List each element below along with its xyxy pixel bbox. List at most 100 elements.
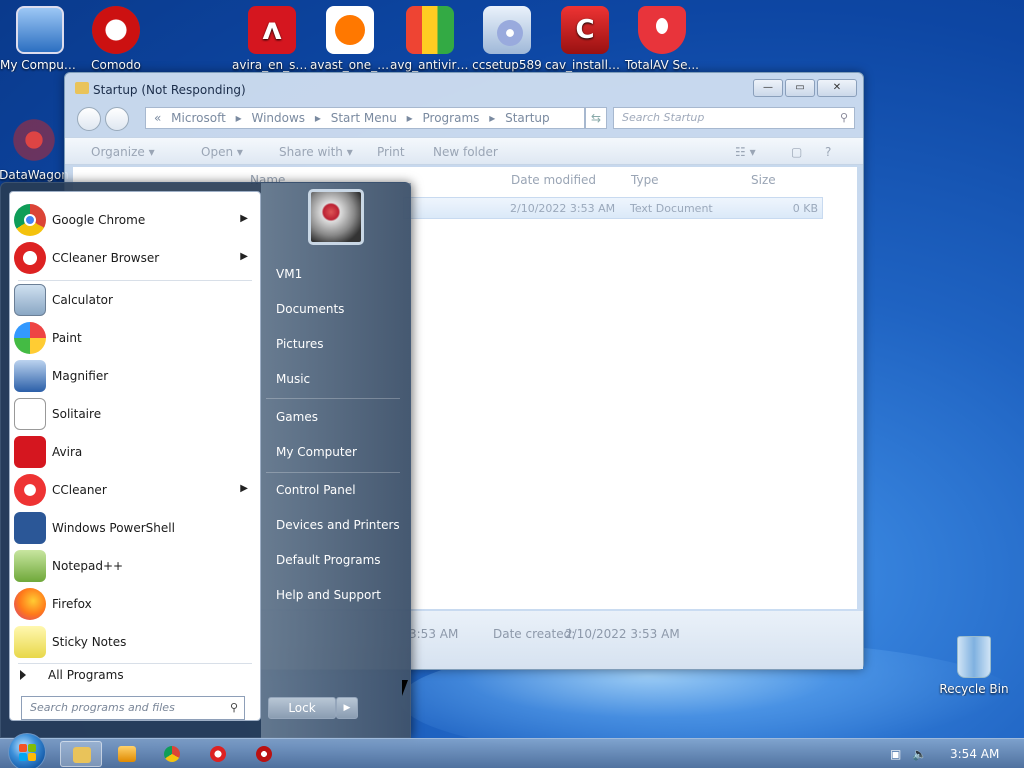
start-menu: Google Chrome ▶ CCleaner Browser ▶ Calcula… bbox=[0, 182, 411, 739]
column-size[interactable]: Size bbox=[751, 173, 776, 187]
print-button[interactable]: Print bbox=[377, 145, 405, 159]
user-avatar[interactable] bbox=[308, 189, 364, 245]
recycle-bin-icon bbox=[957, 636, 991, 678]
column-date-modified[interactable]: Date modified bbox=[511, 173, 596, 187]
program-notepad-plus-plus[interactable]: Notepad++ bbox=[12, 547, 258, 585]
start-item-control-panel[interactable]: Control Panel bbox=[276, 483, 356, 497]
folder-icon bbox=[75, 82, 89, 94]
taskbar-chrome[interactable] bbox=[152, 741, 194, 767]
program-firefox[interactable]: Firefox bbox=[12, 585, 258, 623]
breadcrumb-windows[interactable]: Windows bbox=[251, 111, 305, 125]
media-player-icon bbox=[118, 746, 136, 762]
avira-icon: ʌ bbox=[248, 6, 296, 54]
taskbar-comodo[interactable] bbox=[244, 741, 286, 767]
program-google-chrome[interactable]: Google Chrome ▶ bbox=[12, 201, 258, 239]
breadcrumb-separator[interactable]: ▸ bbox=[315, 111, 321, 125]
address-bar[interactable]: « Microsoft ▸ Windows ▸ Start Menu ▸ Pro… bbox=[145, 107, 585, 129]
notepad-plus-plus-icon bbox=[14, 550, 46, 582]
start-item-my-computer[interactable]: My Computer bbox=[276, 445, 357, 459]
search-icon: ⚲ bbox=[229, 701, 238, 714]
taskbar-ccleaner-browser[interactable] bbox=[198, 741, 240, 767]
new-folder-button[interactable]: New folder bbox=[433, 145, 498, 159]
file-row-selected[interactable]: 2/10/2022 3:53 AM Text Document 0 KB bbox=[403, 197, 823, 219]
places-pane: VM1 Documents Pictures Music Games My Co… bbox=[261, 183, 411, 739]
program-windows-powershell[interactable]: Windows PowerShell bbox=[12, 509, 258, 547]
preview-pane-icon[interactable]: ▢ bbox=[791, 145, 802, 159]
breadcrumb-separator[interactable]: ▸ bbox=[236, 111, 242, 125]
sticky-notes-icon bbox=[14, 626, 46, 658]
program-calculator[interactable]: Calculator bbox=[12, 281, 258, 319]
solitaire-icon bbox=[14, 398, 46, 430]
expand-arrow-icon bbox=[20, 670, 26, 680]
forward-button[interactable] bbox=[105, 107, 129, 131]
start-item-help-and-support[interactable]: Help and Support bbox=[276, 588, 381, 602]
breadcrumb-separator[interactable]: ▸ bbox=[407, 111, 413, 125]
windows-logo-icon bbox=[19, 744, 37, 762]
breadcrumb-programs[interactable]: Programs bbox=[423, 111, 480, 125]
desktop-icon-comodo[interactable]: Comodo bbox=[76, 6, 156, 72]
desktop-icon-cav-installer[interactable]: C cav_installe... bbox=[545, 6, 625, 72]
taskbar-media-player[interactable] bbox=[106, 741, 148, 767]
open-button[interactable]: Open ▾ bbox=[201, 145, 243, 159]
program-avira[interactable]: Avira bbox=[12, 433, 258, 471]
network-icon[interactable]: ▣ bbox=[890, 747, 901, 761]
search-startup-input[interactable]: Search Startup ⚲ bbox=[613, 107, 855, 129]
start-item-documents[interactable]: Documents bbox=[276, 302, 344, 316]
ccleaner-browser-icon bbox=[210, 746, 226, 762]
search-programs-input[interactable]: Search programs and files ⚲ bbox=[21, 696, 245, 720]
share-with-button[interactable]: Share with ▾ bbox=[279, 145, 353, 159]
maximize-button[interactable]: ▭ bbox=[785, 79, 815, 97]
start-item-vm1[interactable]: VM1 bbox=[276, 267, 302, 281]
close-button[interactable]: ✕ bbox=[817, 79, 857, 97]
program-solitaire[interactable]: Solitaire bbox=[12, 395, 258, 433]
desktop-icon-ccsetup[interactable]: ccsetup589 bbox=[467, 6, 547, 72]
installer-cd-icon bbox=[483, 6, 531, 54]
breadcrumb-microsoft[interactable]: Microsoft bbox=[171, 111, 226, 125]
comodo-icon bbox=[92, 6, 140, 54]
program-paint[interactable]: Paint bbox=[12, 319, 258, 357]
clock[interactable]: 3:54 AM bbox=[950, 747, 999, 761]
organize-button[interactable]: Organize ▾ bbox=[91, 145, 155, 159]
desktop-icon-recycle-bin[interactable]: Recycle Bin bbox=[934, 636, 1014, 696]
refresh-button[interactable]: ⇆ bbox=[585, 107, 607, 129]
desktop-icon-datawagon[interactable]: DataWagon bbox=[0, 116, 74, 182]
start-item-pictures[interactable]: Pictures bbox=[276, 337, 324, 351]
column-type[interactable]: Type bbox=[631, 173, 659, 187]
all-programs-button[interactable]: All Programs bbox=[20, 668, 250, 690]
navigation-bar: « Microsoft ▸ Windows ▸ Start Menu ▸ Pro… bbox=[73, 107, 855, 131]
lock-button[interactable]: Lock bbox=[268, 697, 336, 719]
start-item-devices-and-printers[interactable]: Devices and Printers bbox=[276, 518, 400, 532]
start-item-games[interactable]: Games bbox=[276, 410, 318, 424]
desktop-icon-avira-installer[interactable]: ʌ avira_en_spt... bbox=[232, 6, 312, 72]
volume-icon[interactable]: 🔈 bbox=[912, 747, 927, 761]
program-sticky-notes[interactable]: Sticky Notes bbox=[12, 623, 258, 661]
desktop-icon-avast-installer[interactable]: avast_one_e... bbox=[310, 6, 390, 72]
firefox-icon bbox=[14, 588, 46, 620]
address-overflow-icon[interactable]: « bbox=[154, 111, 161, 125]
desktop-icon-avg-installer[interactable]: avg_antiviru... bbox=[390, 6, 470, 72]
taskbar-explorer[interactable] bbox=[60, 741, 102, 767]
start-item-music[interactable]: Music bbox=[276, 372, 310, 386]
breadcrumb-startup[interactable]: Startup bbox=[505, 111, 550, 125]
window-title: Startup (Not Responding) bbox=[93, 83, 246, 97]
view-options-icon[interactable]: ☷ ▾ bbox=[735, 145, 756, 159]
shutdown-options-arrow-icon[interactable]: ▶ bbox=[336, 697, 358, 719]
desktop-icon-my-computer[interactable]: My Computer bbox=[0, 6, 80, 72]
help-icon[interactable]: ? bbox=[825, 145, 831, 159]
back-button[interactable] bbox=[77, 107, 101, 131]
program-magnifier[interactable]: Magnifier bbox=[12, 357, 258, 395]
start-button[interactable] bbox=[8, 733, 46, 768]
minimize-button[interactable]: — bbox=[753, 79, 783, 97]
program-ccleaner[interactable]: CCleaner ▶ bbox=[12, 471, 258, 509]
chrome-icon bbox=[14, 204, 46, 236]
breadcrumb-separator[interactable]: ▸ bbox=[489, 111, 495, 125]
start-item-default-programs[interactable]: Default Programs bbox=[276, 553, 381, 567]
command-bar: Organize ▾ Open ▾ Share with ▾ Print New… bbox=[65, 137, 863, 165]
program-ccleaner-browser[interactable]: CCleaner Browser ▶ bbox=[12, 239, 258, 277]
computer-icon bbox=[16, 6, 64, 54]
desktop-icon-totalav[interactable]: TotalAV Se... bbox=[622, 6, 702, 72]
avira-icon bbox=[14, 436, 46, 468]
breadcrumb-start-menu[interactable]: Start Menu bbox=[331, 111, 397, 125]
ccleaner-icon bbox=[14, 474, 46, 506]
mouse-cursor-icon bbox=[402, 680, 414, 696]
